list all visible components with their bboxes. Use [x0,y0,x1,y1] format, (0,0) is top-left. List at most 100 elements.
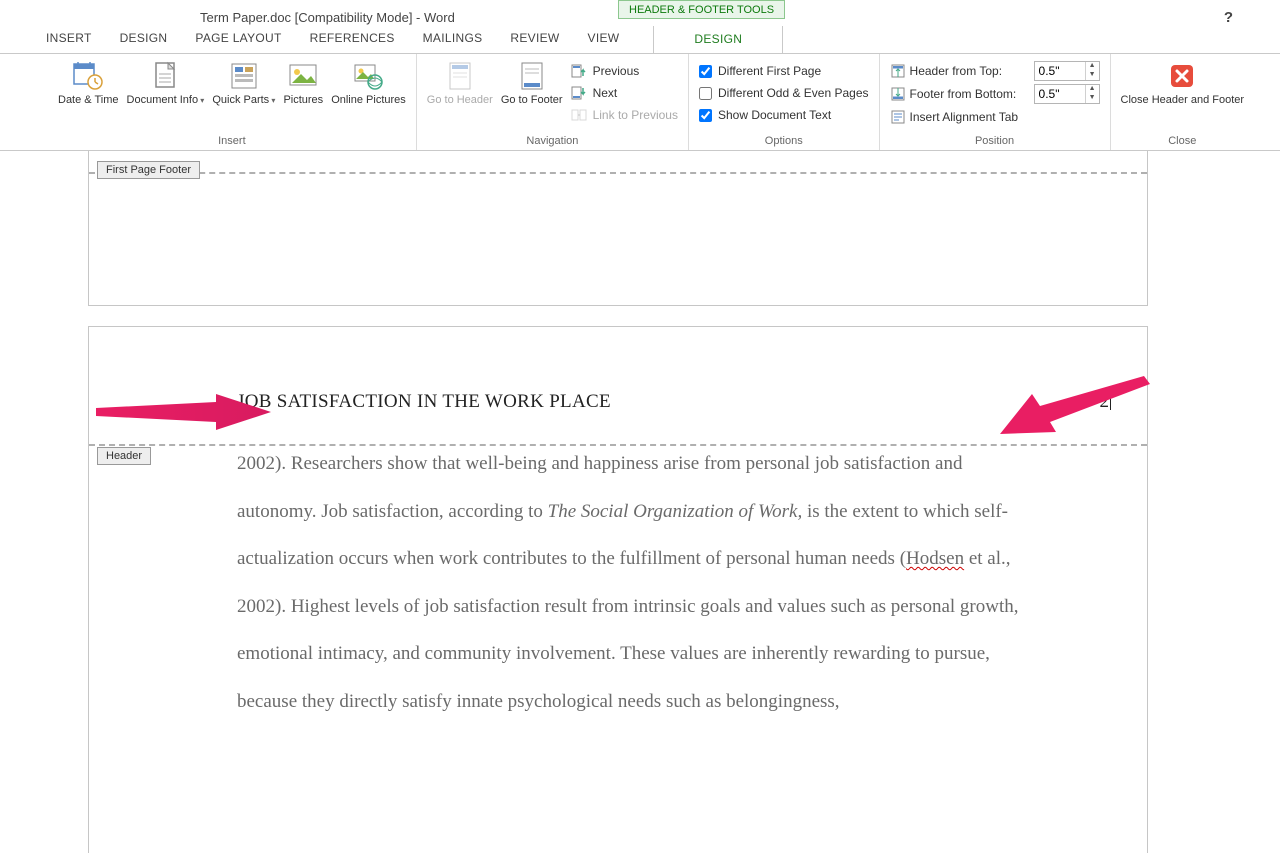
goto-footer-icon [516,60,548,92]
ribbon: Date & Time Document Info Quick Parts Pi… [0,53,1280,151]
body-text-line: 2002). Researchers show that well-being … [237,453,844,474]
quick-parts-icon [228,60,260,92]
previous-button[interactable]: Previous [567,60,682,82]
tab-references[interactable]: REFERENCES [296,25,409,53]
goto-header-button: Go to Header [423,58,497,107]
tab-design[interactable]: DESIGN [106,25,182,53]
insert-alignment-tab-button[interactable]: Insert Alignment Tab [886,105,1104,128]
footer-from-bottom-spinner[interactable]: ▲▼ [1034,84,1100,104]
goto-footer-label: Go to Footer [501,94,563,107]
footer-from-bottom-label: Footer from Bottom: [910,87,1028,101]
spelling-error[interactable]: Hodsen [906,548,964,569]
tab-design-context[interactable]: DESIGN [653,26,783,54]
group-options-label: Options [695,133,873,150]
tab-insert[interactable]: INSERT [32,25,106,53]
link-previous-button: Link to Previous [567,104,682,126]
pictures-icon [287,60,319,92]
document-info-label: Document Info [127,94,205,107]
online-pictures-label: Online Pictures [331,94,406,107]
goto-header-label: Go to Header [427,94,493,107]
footer-from-bottom-input[interactable] [1035,85,1085,103]
contextual-tools-label: HEADER & FOOTER TOOLS [618,0,785,19]
tab-review[interactable]: REVIEW [496,25,573,53]
next-icon [571,85,587,101]
window-title: Term Paper.doc [Compatibility Mode] - Wo… [200,10,455,25]
previous-label: Previous [593,64,640,78]
different-first-page-label: Different First Page [718,64,821,78]
next-button[interactable]: Next [567,82,682,104]
body-text-italic: The Social Organization of [548,501,758,522]
quick-parts-button[interactable]: Quick Parts [208,58,279,107]
header-position-icon [890,63,906,79]
different-odd-even-label: Different Odd & Even Pages [718,86,869,100]
goto-footer-button[interactable]: Go to Footer [497,58,567,107]
header-from-top-row: Header from Top: ▲▼ [886,59,1104,82]
show-document-text-label: Show Document Text [718,108,831,122]
different-odd-even-input[interactable] [699,87,712,100]
spinner-down-icon[interactable]: ▼ [1086,71,1099,80]
show-document-text-checkbox[interactable]: Show Document Text [695,104,873,126]
body-text-line: fulfillment of personal human needs ( [620,548,907,569]
group-insert-label: Insert [54,133,410,150]
close-header-footer-label: Close Header and Footer [1121,94,1245,107]
footer-from-bottom-row: Footer from Bottom: ▲▼ [886,82,1104,105]
link-previous-icon [571,107,587,123]
document-info-icon [149,60,181,92]
pictures-label: Pictures [283,94,323,107]
online-pictures-button[interactable]: Online Pictures [327,58,410,107]
body-text-line: because they directly satisfy innate psy… [237,691,840,712]
tab-page-layout[interactable]: PAGE LAYOUT [181,25,295,53]
header-tag: Header [97,447,151,465]
different-first-page-checkbox[interactable]: Different First Page [695,60,873,82]
ribbon-tabs: INSERT DESIGN PAGE LAYOUT REFERENCES MAI… [0,25,1280,53]
online-pictures-icon [352,60,384,92]
header-from-top-label: Header from Top: [910,64,1028,78]
calendar-icon [72,60,104,92]
spinner-down-icon[interactable]: ▼ [1086,94,1099,103]
spinner-up-icon[interactable]: ▲ [1086,85,1099,94]
close-header-footer-button[interactable]: Close Header and Footer [1117,58,1249,107]
alignment-tab-icon [890,109,906,125]
group-navigation: Go to Header Go to Footer Previous Next [417,54,689,150]
header-content[interactable]: JOB SATISFACTION IN THE WORK PLACE 2 [237,390,1111,413]
group-position-label: Position [886,133,1104,150]
page-number-value: 2 [1100,391,1110,412]
date-time-button[interactable]: Date & Time [54,58,123,107]
group-close: Close Header and Footer Close [1111,54,1255,150]
group-navigation-label: Navigation [423,133,682,150]
group-position: Header from Top: ▲▼ Footer from Bottom: … [880,54,1111,150]
show-document-text-input[interactable] [699,109,712,122]
body-text[interactable]: 2002). Researchers show that well-being … [237,440,1027,725]
header-from-top-spinner[interactable]: ▲▼ [1034,61,1100,81]
help-icon[interactable]: ? [1224,9,1233,26]
title-bar: Term Paper.doc [Compatibility Mode] - Wo… [0,0,1280,25]
document-area: First Page Footer JOB SATISFACTION IN TH… [40,151,1240,853]
link-previous-label: Link to Previous [593,108,678,122]
document-info-button[interactable]: Document Info [123,58,209,107]
tab-mailings[interactable]: MAILINGS [409,25,497,53]
pictures-button[interactable]: Pictures [279,58,327,107]
group-insert: Date & Time Document Info Quick Parts Pi… [48,54,417,150]
footer-position-icon [890,86,906,102]
header-from-top-input[interactable] [1035,62,1085,80]
insert-alignment-tab-label: Insert Alignment Tab [910,110,1019,124]
next-label: Next [593,86,618,100]
body-text-line: intimacy, and community involvement. The… [318,643,990,664]
tab-view[interactable]: VIEW [574,25,634,53]
group-options: Different First Page Different Odd & Eve… [689,54,880,150]
page-number-field[interactable]: 2 [1100,390,1112,413]
previous-icon [571,63,587,79]
text-cursor [1110,390,1111,410]
body-text-italic: Work, [758,501,802,522]
footer-boundary [89,172,1147,174]
page-2[interactable]: JOB SATISFACTION IN THE WORK PLACE 2 Hea… [88,326,1148,853]
running-head[interactable]: JOB SATISFACTION IN THE WORK PLACE [237,391,611,413]
different-first-page-input[interactable] [699,65,712,78]
spinner-up-icon[interactable]: ▲ [1086,62,1099,71]
different-odd-even-checkbox[interactable]: Different Odd & Even Pages [695,82,873,104]
goto-header-icon [444,60,476,92]
close-icon [1166,60,1198,92]
quick-parts-label: Quick Parts [212,94,275,107]
page-1[interactable]: First Page Footer [88,151,1148,306]
group-close-label: Close [1117,133,1249,150]
